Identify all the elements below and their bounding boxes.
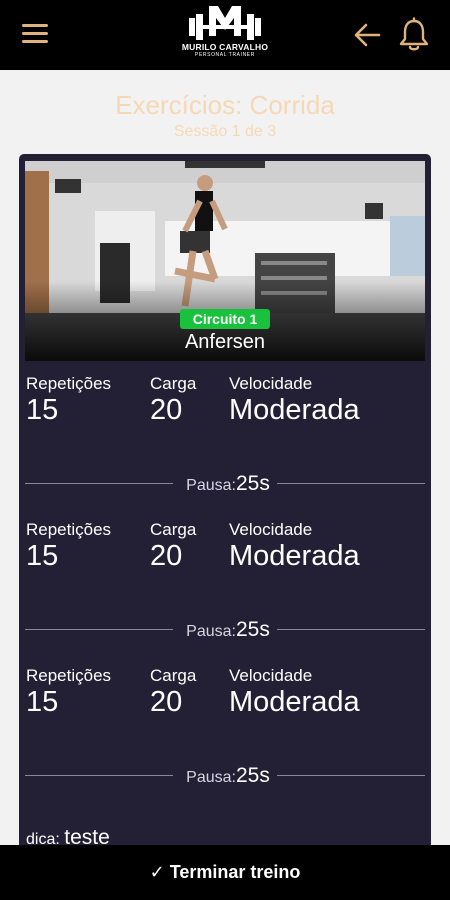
pause-value: 25s [235,764,270,787]
page-title: Exercícios: Corrida [115,90,335,120]
reps-value: 15 [26,686,59,718]
session-counter: Sessão 1 de 3 [173,123,277,140]
dumbbell-m-logo-icon [189,6,261,40]
speed-label: Velocidade [229,666,313,685]
pause-label: Pausa: [186,769,236,786]
finish-workout-button[interactable]: ✓ Terminar treino [0,845,450,900]
divider-line [277,629,425,630]
exercise-video[interactable]: Circuito 1 Anfersen [25,161,425,361]
brand-tagline: PERSONAL TRAINER [195,52,255,58]
reps-label: Repetições [26,374,112,393]
brand-logo: MURILO CARVALHO PERSONAL TRAINER [175,2,275,68]
brand-name: MURILO CARVALHO [181,42,269,52]
set-stats-2: Repetições 15 Carga 20 Velocidade Modera… [19,520,431,580]
speed-label: Velocidade [229,520,313,539]
pause-label: Pausa: [186,477,236,494]
exercise-card: Circuito 1 Anfersen Repetições 15 Carga … [19,154,431,900]
speed-value: Moderada [229,540,360,572]
speed-value: Moderada [229,686,360,718]
divider-line [25,775,173,776]
pause-info: Pausa:25s [180,764,276,788]
load-value: 20 [150,540,183,572]
exercise-name: Anfersen [184,331,266,353]
top-app-bar: MURILO CARVALHO PERSONAL TRAINER [0,0,450,70]
load-value: 20 [150,686,183,718]
pause-divider-3: Pausa:25s [25,764,425,788]
reps-label: Repetições [26,666,112,685]
pause-info: Pausa:25s [180,472,276,496]
load-label: Carga [150,520,197,539]
back-arrow-icon[interactable] [352,20,382,50]
reps-value: 15 [26,394,59,426]
load-label: Carga [150,666,197,685]
pause-divider-2: Pausa:25s [25,618,425,642]
speed-value: Moderada [229,394,360,426]
divider-line [277,775,425,776]
speed-label: Velocidade [229,374,313,393]
pause-value: 25s [235,472,270,495]
load-value: 20 [150,394,183,426]
bell-icon[interactable] [398,17,430,53]
pause-label: Pausa: [186,623,236,640]
menu-icon[interactable] [22,24,48,46]
set-stats-1: Repetições 15 Carga 20 Velocidade Modera… [19,374,431,434]
divider-line [25,483,173,484]
load-label: Carga [150,374,197,393]
pause-value: 25s [235,618,270,641]
divider-line [277,483,425,484]
reps-label: Repetições [26,520,112,539]
divider-line [25,629,173,630]
set-stats-3: Repetições 15 Carga 20 Velocidade Modera… [19,666,431,726]
circuit-badge: Circuito 1 [180,309,270,329]
reps-value: 15 [26,540,59,572]
pause-divider-1: Pausa:25s [25,472,425,496]
pause-info: Pausa:25s [180,618,276,642]
